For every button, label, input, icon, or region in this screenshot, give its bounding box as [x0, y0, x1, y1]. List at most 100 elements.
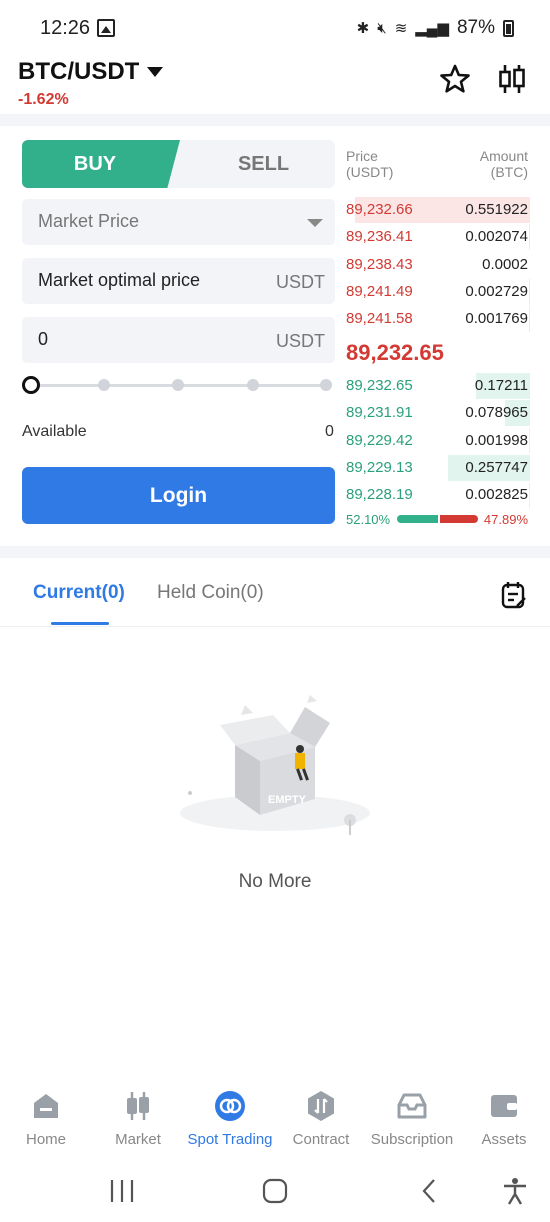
amount-input[interactable]: 0 USDT [22, 317, 335, 363]
order-price: 89,236.41 [346, 228, 413, 246]
available-label: Available [22, 423, 87, 440]
buy-ratio-fill [397, 515, 439, 523]
ask-row[interactable]: 89,232.66 0.551922 [340, 197, 530, 223]
nav-subscription-label: Subscription [370, 1131, 454, 1148]
price-input-value: Market optimal price [38, 270, 201, 290]
order-price: 89,229.13 [346, 458, 413, 476]
tab-current-orders[interactable]: Current(0) [33, 582, 125, 604]
subscription-icon [397, 1093, 427, 1119]
login-button[interactable]: Login [22, 467, 335, 524]
nav-assets[interactable]: Assets [458, 1085, 550, 1148]
empty-box-illustration: EMPTY [180, 695, 370, 835]
slider-step-75[interactable] [247, 379, 259, 391]
dropdown-caret-icon [307, 219, 323, 227]
caret-down-icon [147, 67, 164, 77]
price-unit: USDT [276, 272, 325, 292]
order-price: 89,228.19 [346, 486, 413, 504]
ask-row[interactable]: 89,236.41 0.002074 [340, 224, 530, 251]
slider-step-50[interactable] [172, 379, 184, 391]
assets-icon [491, 1095, 517, 1117]
amount-header-unit: (BTC) [490, 164, 528, 180]
orderbook-price-header: Price (USDT) [346, 148, 393, 180]
bottom-navigation: Home Market Spot Trading Contract Subscr… [0, 1085, 550, 1155]
signal-icon: ▂▄▆ [415, 20, 449, 37]
nav-market[interactable]: Market [92, 1085, 184, 1148]
order-amount: 0.17211 [474, 377, 528, 394]
order-amount: 0.001769 [465, 310, 528, 328]
order-price: 89,241.58 [346, 310, 413, 328]
order-price: 89,232.65 [346, 377, 413, 394]
accessibility-icon[interactable] [500, 1176, 530, 1206]
orderbook-amount-header: Amount (BTC) [480, 148, 528, 180]
nav-home-label: Home [25, 1131, 66, 1148]
amount-input-value: 0 [38, 329, 49, 349]
status-time: 12:26 [40, 17, 91, 39]
amount-unit: USDT [276, 331, 325, 351]
battery-icon [503, 19, 514, 37]
section-divider [0, 546, 550, 558]
amount-header-label: Amount [479, 148, 528, 164]
buy-sell-toggle: BUY SELL [22, 140, 335, 188]
buy-tab[interactable]: BUY [22, 140, 180, 188]
nav-assets-label: Assets [481, 1131, 527, 1148]
buy-ratio: 52.10% [346, 512, 391, 527]
kline-chart-icon[interactable] [495, 62, 529, 96]
nav-subscription[interactable]: Subscription [366, 1085, 458, 1148]
home-icon [34, 1094, 58, 1118]
bluetooth-icon: ✱ [356, 20, 370, 37]
ask-row[interactable]: 89,241.58 0.001769 [340, 306, 530, 333]
bid-row[interactable]: 89,229.42 0.001998 [340, 427, 530, 454]
last-price: 89,232.65 [346, 340, 444, 365]
sell-ratio-fill [440, 515, 478, 523]
order-amount: 0.002729 [465, 282, 528, 300]
price-header-unit: (USDT) [346, 164, 394, 180]
contract-icon [308, 1091, 334, 1121]
pair-selector[interactable]: BTC/USDT [18, 58, 164, 86]
nav-spot-trading-label: Spot Trading [187, 1131, 273, 1148]
price-change: -1.62% [18, 91, 69, 108]
buy-sell-ratio-bar [397, 515, 478, 523]
nav-home[interactable]: Home [0, 1085, 92, 1148]
market-icon [127, 1092, 149, 1120]
wifi-icon: ≋ [394, 20, 408, 37]
system-navigation-bar [0, 1160, 550, 1222]
slider-step-100[interactable] [320, 379, 332, 391]
home-button-icon[interactable] [260, 1176, 290, 1206]
order-price: 89,229.42 [346, 431, 413, 449]
pair-name: BTC/USDT [18, 58, 140, 85]
tab-held-coin[interactable]: Held Coin(0) [157, 582, 264, 604]
order-price: 89,241.49 [346, 282, 413, 300]
battery-percent: 87% [456, 17, 495, 38]
order-amount: 0.001998 [465, 431, 528, 449]
depth-bar [529, 278, 530, 305]
order-type-select[interactable]: Market Price [22, 199, 335, 245]
ask-row[interactable]: 89,241.49 0.002729 [340, 278, 530, 305]
nav-market-label: Market [115, 1131, 161, 1148]
bid-row[interactable]: 89,232.65 0.17211 [340, 373, 530, 399]
depth-bar [529, 306, 530, 333]
price-header-label: Price [346, 148, 378, 164]
bid-row[interactable]: 89,231.91 0.078965 [340, 400, 530, 427]
order-price: 89,232.66 [346, 201, 413, 218]
recent-apps-icon[interactable] [107, 1176, 137, 1206]
order-amount: 0.257747 [465, 458, 528, 476]
slider-step-25[interactable] [98, 379, 110, 391]
bid-row[interactable]: 89,229.13 0.257747 [340, 454, 530, 481]
ask-row[interactable]: 89,238.43 0.0002 [340, 251, 530, 278]
order-history-icon[interactable] [500, 580, 528, 610]
back-icon[interactable] [415, 1176, 445, 1206]
sell-tab[interactable]: SELL [192, 140, 335, 188]
price-input[interactable]: Market optimal price USDT [22, 258, 335, 304]
nav-spot-trading[interactable]: Spot Trading [184, 1085, 276, 1148]
favorite-star-icon[interactable] [438, 62, 472, 96]
nav-contract[interactable]: Contract [275, 1085, 367, 1148]
mute-icon: 🔇︎ [377, 19, 387, 37]
amount-slider[interactable] [22, 375, 335, 395]
bid-row[interactable]: 89,228.19 0.002825 [340, 482, 530, 509]
order-amount: 0.002825 [465, 486, 528, 504]
order-amount: 0.002074 [465, 228, 528, 246]
order-price: 89,231.91 [346, 404, 413, 422]
tab-divider [0, 626, 550, 627]
slider-handle[interactable] [22, 376, 40, 394]
gallery-notification-icon [97, 19, 115, 37]
